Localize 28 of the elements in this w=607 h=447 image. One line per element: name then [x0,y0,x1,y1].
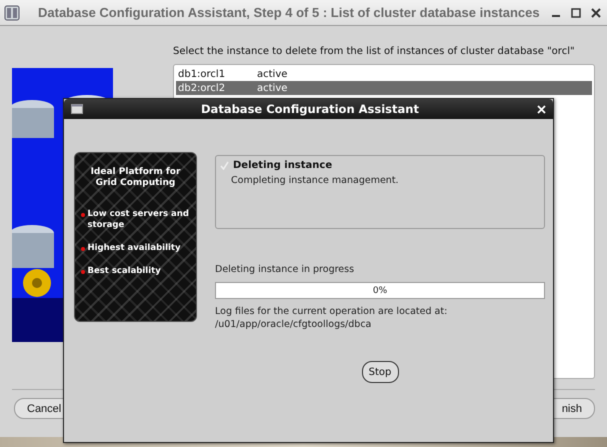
banner-point: Low cost servers and storage [88,209,190,231]
stop-button[interactable]: Stop [362,361,398,383]
instruction-text: Select the instance to delete from the list of instances of cluster database "orcl" [173,45,576,59]
instance-name: db2:orcl2 [178,82,226,94]
step-detail: Completing instance management. [230,175,400,186]
window-title: Database Configuration Assistant, Step 4 of 5 : List of cluster database instances [37,5,541,20]
close-icon[interactable] [591,8,601,18]
progress-label: Deleting instance in progress [215,264,356,277]
progress-reading: 0% [372,286,388,296]
maximize-icon[interactable] [571,8,581,18]
banner-point: Highest availability [88,243,181,254]
instance-status: active [257,68,288,80]
list-row[interactable]: db2:orcl2 active [176,81,592,95]
instance-name: db1:orcl1 [178,68,226,80]
instance-status: active [257,82,288,94]
log-note: Log files for the current operation are located at: [215,305,448,318]
bullet-icon [80,270,84,274]
app-icon [4,4,20,20]
log-path: /u01/app/oracle/cfgtoollogs/dbca [215,318,372,331]
banner-point: Best scalability [88,266,161,277]
list-row[interactable]: db1:orcl1 active [176,67,592,81]
bullet-icon [80,247,84,251]
bullet-icon [80,213,84,217]
dialog-title: Database Configuration Assistant [200,102,420,116]
banner-heading: Ideal Platform for Grid Computing [90,167,180,189]
check-icon [220,160,229,170]
step-title: Deleting instance [233,160,332,170]
window-icon [71,104,83,114]
